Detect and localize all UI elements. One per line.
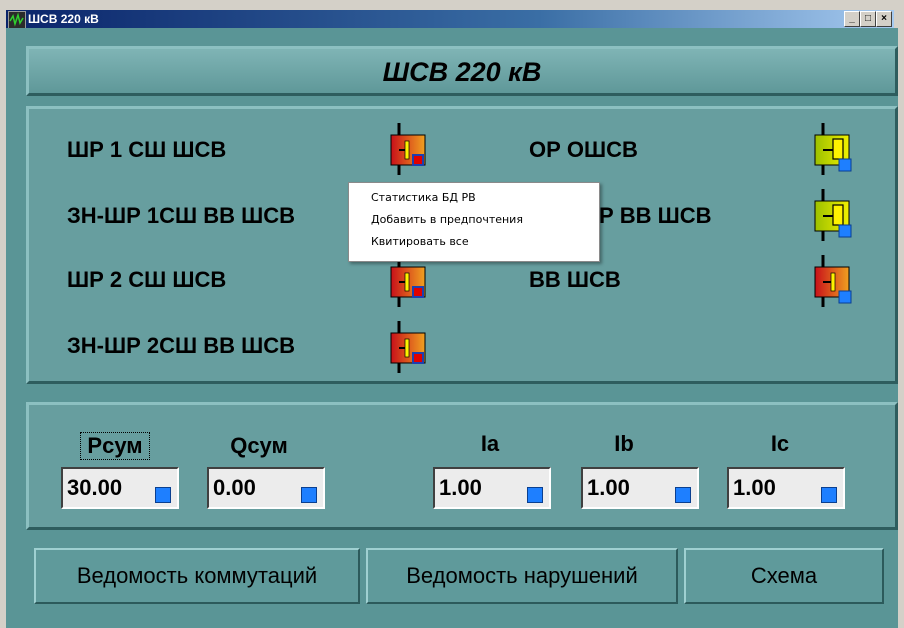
context-menu: Статистика БД РВ Добавить в предпочтения… xyxy=(348,182,600,262)
breaker-icon[interactable] xyxy=(809,255,853,307)
menu-item-acknowledge-all[interactable]: Квитировать все xyxy=(349,231,599,253)
titlebar-caption[interactable]: ШСВ 220 кВ _ □ × xyxy=(6,10,894,29)
indicator-icon xyxy=(527,487,543,503)
disconnector-icon[interactable] xyxy=(385,321,429,373)
violations-report-button[interactable]: Ведомость нарушений xyxy=(366,548,678,604)
switch-label: ОР ОШСВ xyxy=(529,137,638,162)
ib-field[interactable]: 1.00 xyxy=(581,467,699,509)
switch-label: Р ВВ ШСВ xyxy=(599,203,712,228)
measurement-label: Ib xyxy=(614,431,634,456)
measurement-label: Qсум xyxy=(230,433,288,458)
measurement-label: Ia xyxy=(480,431,500,456)
ia-field[interactable]: 1.00 xyxy=(433,467,551,509)
field-value: 30.00 xyxy=(67,475,123,500)
close-button[interactable]: × xyxy=(876,11,892,27)
field-value: 0.00 xyxy=(213,475,256,500)
indicator-icon xyxy=(301,487,317,503)
field-value: 1.00 xyxy=(587,475,630,500)
ic-field[interactable]: 1.00 xyxy=(727,467,845,509)
p-sum-field[interactable]: 30.00 xyxy=(61,467,179,509)
q-sum-field[interactable]: 0.00 xyxy=(207,467,325,509)
disconnector-icon[interactable] xyxy=(809,123,853,175)
header-bar: ШСВ 220 кВ xyxy=(26,46,898,96)
window-title: ШСВ 220 кВ xyxy=(28,12,99,26)
page-title: ШСВ 220 кВ xyxy=(382,57,542,87)
measurement-label: Pсум xyxy=(80,432,150,460)
switch-label: ШР 2 СШ ШСВ xyxy=(67,267,227,292)
switch-label: ШР 1 СШ ШСВ xyxy=(67,137,227,162)
switch-label: ВВ ШСВ xyxy=(529,267,621,292)
measurements-panel: Pсум Qсум Ia Ib Ic 30.00 0.00 1.00 1.00 … xyxy=(26,402,898,530)
indicator-icon xyxy=(675,487,691,503)
menu-item-statistics[interactable]: Статистика БД РВ xyxy=(349,187,599,209)
indicator-icon xyxy=(155,487,171,503)
commutations-report-button[interactable]: Ведомость коммутаций xyxy=(34,548,360,604)
app-icon xyxy=(8,11,26,29)
menu-item-add-favorites[interactable]: Добавить в предпочтения xyxy=(349,209,599,231)
disconnector-icon[interactable] xyxy=(385,123,429,175)
maximize-button[interactable]: □ xyxy=(860,11,876,27)
disconnector-icon[interactable] xyxy=(385,255,429,307)
measurement-label: Ic xyxy=(770,431,790,456)
field-value: 1.00 xyxy=(439,475,482,500)
client-area: ШСВ 220 кВ ШР 1 СШ ШСВ ЗН-ШР 1СШ ВВ ШСВ … xyxy=(6,28,898,628)
field-value: 1.00 xyxy=(733,475,776,500)
switch-label: ЗН-ШР 2СШ ВВ ШСВ xyxy=(67,333,296,358)
scheme-button[interactable]: Схема xyxy=(684,548,884,604)
switch-label: ЗН-ШР 1СШ ВВ ШСВ xyxy=(67,203,296,228)
disconnector-icon[interactable] xyxy=(809,189,853,241)
indicator-icon xyxy=(821,487,837,503)
minimize-button[interactable]: _ xyxy=(844,11,860,27)
